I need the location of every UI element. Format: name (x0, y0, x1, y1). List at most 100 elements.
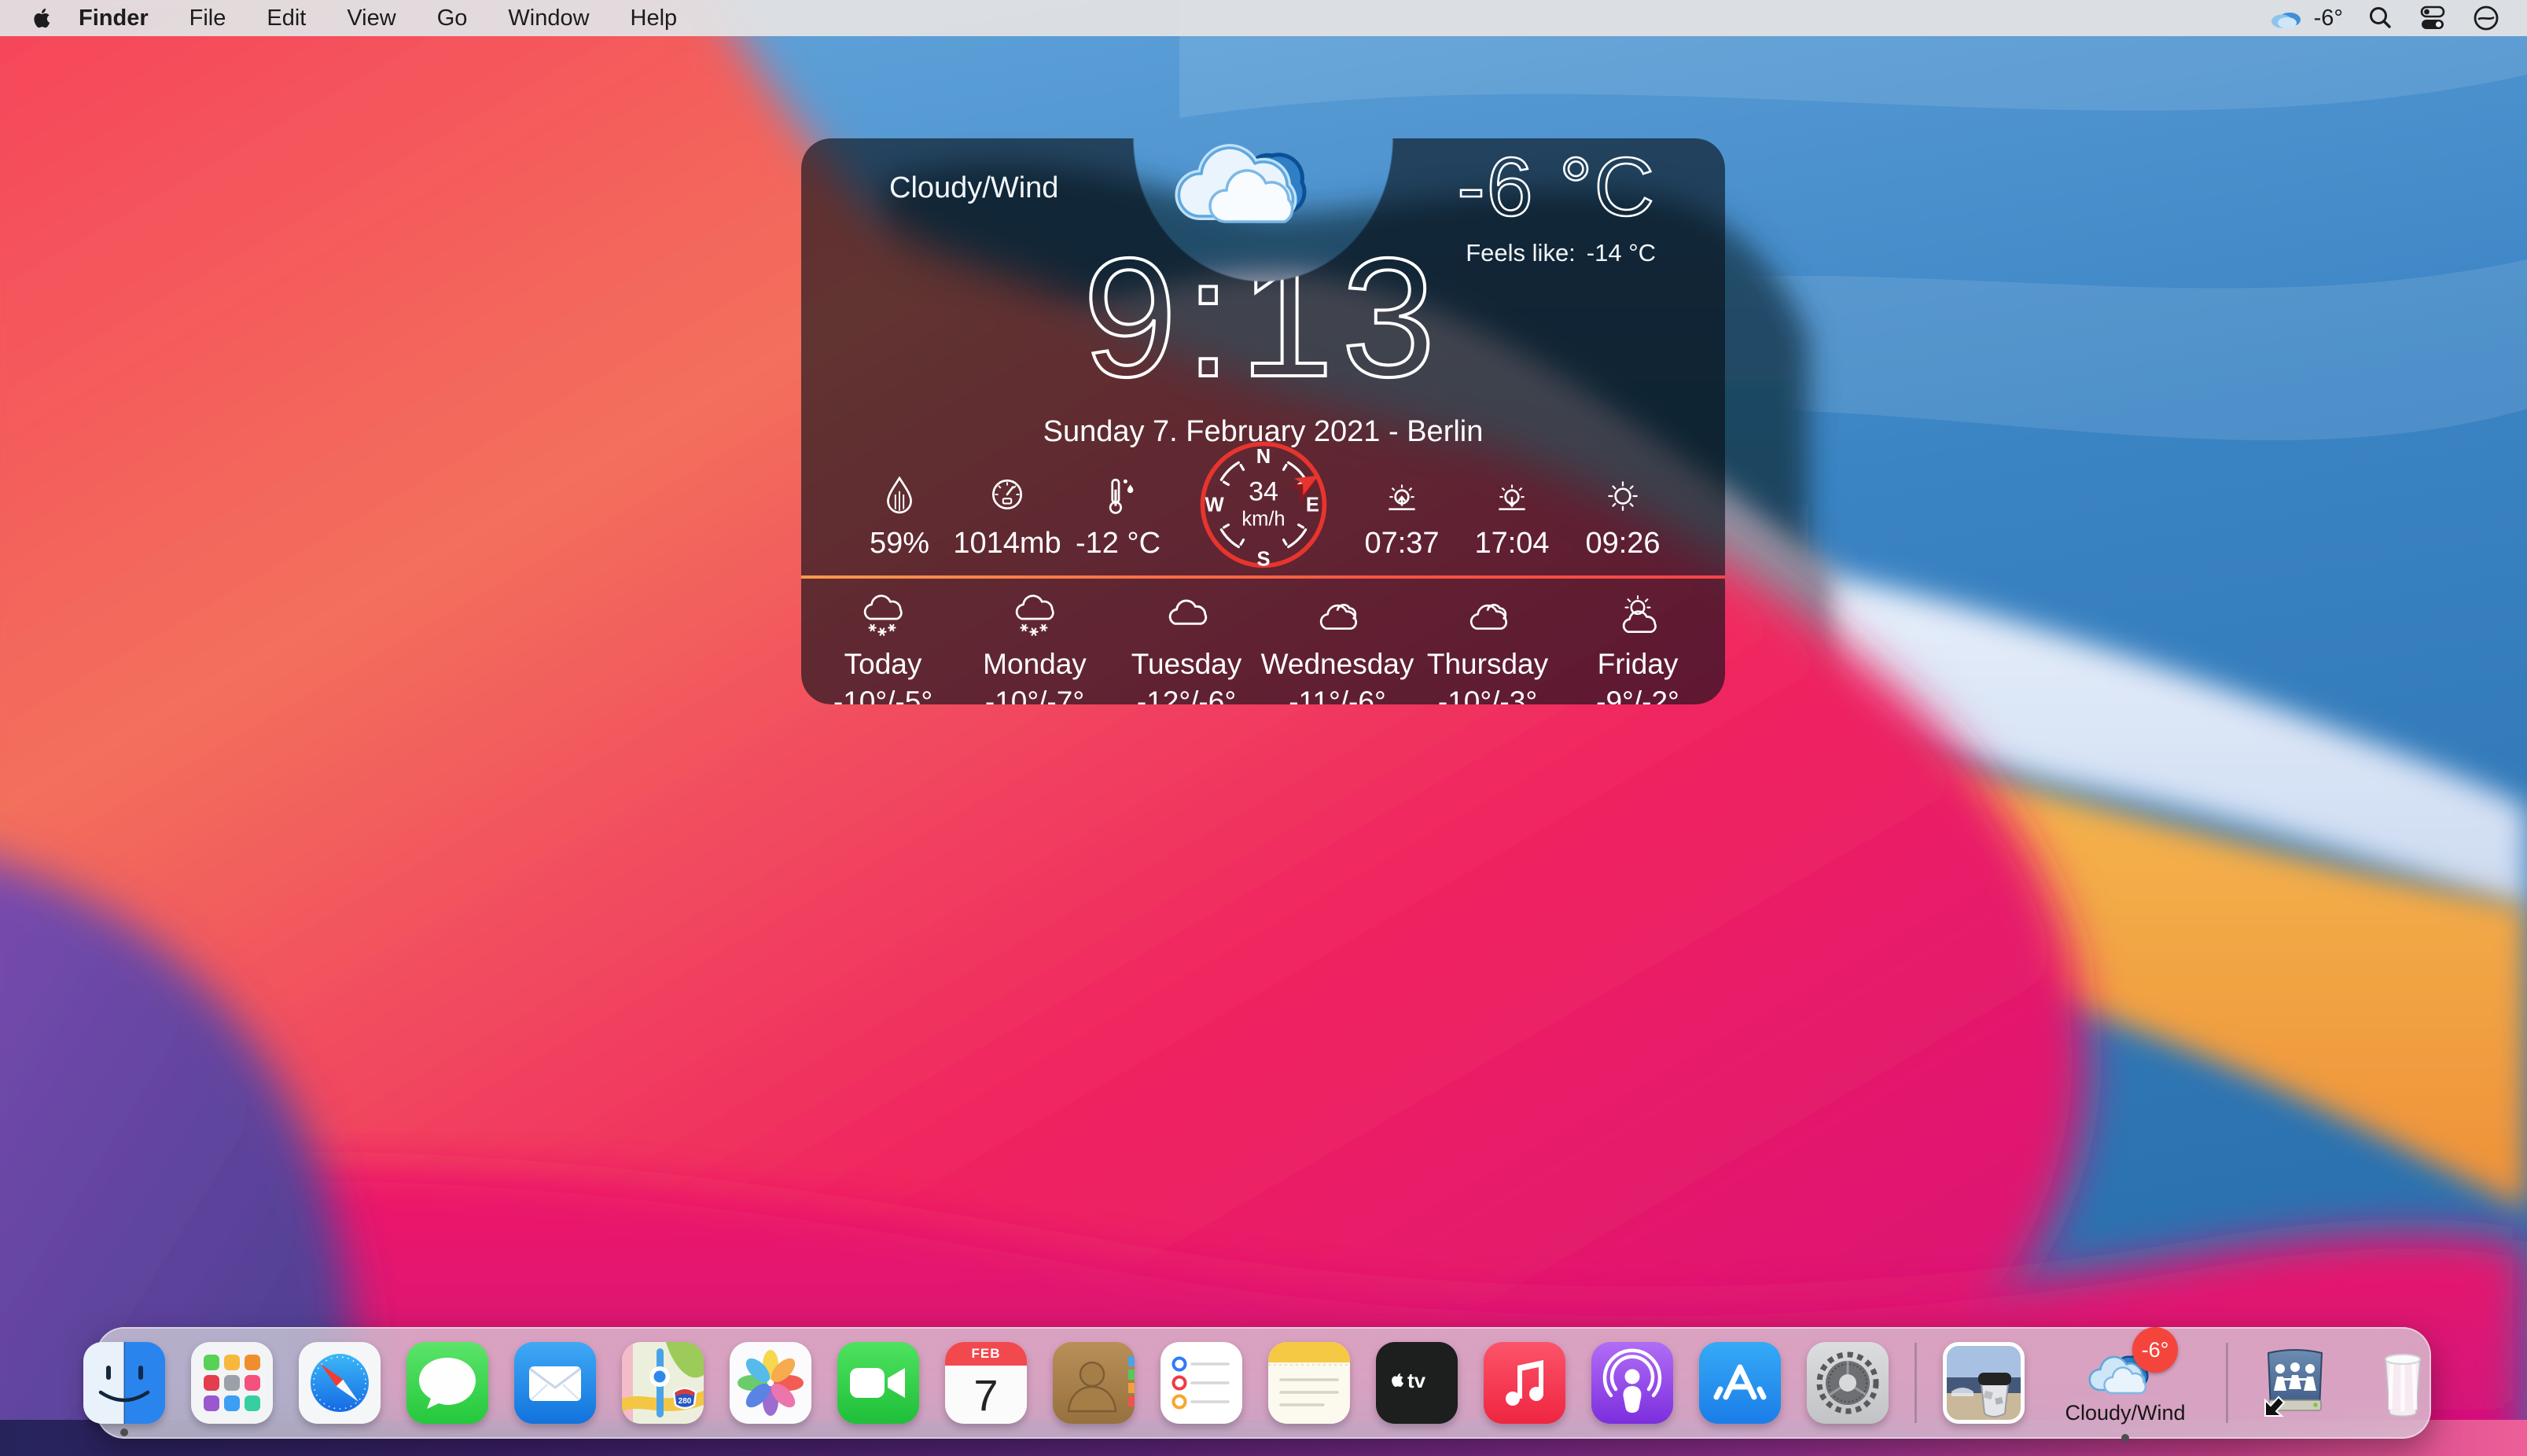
dock-reminders[interactable] (1161, 1342, 1242, 1424)
sunrise-value: 07:37 (1364, 527, 1439, 561)
facetime-icon (837, 1342, 919, 1424)
finder-running-indicator (120, 1428, 128, 1436)
dock-mail[interactable] (514, 1342, 596, 1424)
sunset-value: 17:04 (1474, 527, 1549, 561)
stat-sunrise: 07:37 (1343, 475, 1461, 561)
svg-text:tv: tv (1407, 1369, 1426, 1392)
svg-text:280: 280 (679, 1397, 692, 1406)
calendar-month: FEB (945, 1342, 1027, 1366)
dock-screenshot-preview[interactable] (1943, 1342, 2025, 1424)
clouds-icon (1463, 591, 1512, 640)
pressure-value: 1014mb (953, 527, 1061, 561)
widget-clock-time: 9:13 (801, 233, 1725, 402)
safari-icon (299, 1342, 381, 1424)
forecast-thursday: Thursday -10°/-3° (1413, 591, 1562, 719)
dock-launchpad[interactable] (191, 1342, 273, 1424)
clock-menu-extra-icon[interactable] (2472, 4, 2500, 32)
clouds-icon (1313, 591, 1362, 640)
app-store-icon (1699, 1342, 1781, 1424)
reminders-icon (1161, 1342, 1242, 1424)
dock-finder[interactable] (83, 1342, 165, 1424)
network-drive-icon (2254, 1342, 2336, 1424)
messages-icon (406, 1342, 488, 1424)
forecast-tuesday: Tuesday -12°/-6° (1112, 591, 1261, 719)
dock-trash[interactable] (2362, 1342, 2444, 1424)
dock-maps[interactable]: 280 (622, 1342, 704, 1424)
humidity-droplet-icon (880, 475, 919, 516)
humidity-value: 59% (870, 527, 929, 561)
dock-tv[interactable]: tv (1376, 1342, 1458, 1424)
menu-file[interactable]: File (169, 0, 247, 36)
daylight-value: 09:26 (1585, 527, 1660, 561)
dock-contacts[interactable] (1053, 1342, 1135, 1424)
wind-compass: N E S W 34 km/h (1197, 438, 1330, 572)
pressure-gauge-icon (988, 475, 1027, 516)
dock-calendar[interactable]: FEB 7 (945, 1342, 1027, 1424)
menu-window[interactable]: Window (487, 0, 609, 36)
widget-separator-line (801, 575, 1725, 579)
maps-icon: 280 (622, 1342, 704, 1424)
dock-music[interactable] (1484, 1342, 1565, 1424)
wind-speed-unit: km/h (1241, 508, 1285, 530)
menu-go[interactable]: Go (417, 0, 488, 36)
forecast-friday: Friday -9°/-2° (1563, 591, 1712, 719)
weather-app-badge: -6° (2132, 1327, 2178, 1373)
forecast-wednesday: Wednesday -11°/-6° (1263, 591, 1412, 719)
finder-icon (83, 1342, 165, 1424)
dock-podcasts[interactable] (1591, 1342, 1673, 1424)
trash-icon (2362, 1342, 2444, 1424)
status-temperature[interactable]: -6° (2314, 6, 2343, 31)
dock-app-store[interactable] (1699, 1342, 1781, 1424)
forecast-day: Tuesday (1131, 648, 1242, 681)
widget-condition-label: Cloudy/Wind (889, 171, 1058, 205)
compass-w: W (1205, 495, 1225, 517)
sunset-icon (1492, 475, 1532, 516)
spotlight-search-icon[interactable] (2367, 5, 2393, 31)
weather-status-cloud-icon[interactable] (2268, 6, 2303, 30)
widget-cloud-icon (1164, 118, 1364, 244)
forecast-day: Wednesday (1261, 648, 1414, 681)
dock-separator (2226, 1343, 2228, 1423)
compass-e: E (1306, 495, 1319, 517)
wind-speed-value: 34 (1249, 476, 1278, 506)
forecast-today: Today -10°/-5° (808, 591, 958, 719)
apple-tv-icon: tv (1376, 1342, 1458, 1424)
photos-icon (730, 1342, 811, 1424)
stat-daylight: 09:26 (1564, 475, 1682, 561)
control-center-icon[interactable] (2417, 5, 2448, 31)
cloud-icon (1162, 591, 1211, 640)
notes-icon (1268, 1342, 1350, 1424)
menu-edit[interactable]: Edit (246, 0, 326, 36)
menu-finder[interactable]: Finder (55, 0, 169, 36)
weather-app-label: Cloudy/Wind (2065, 1401, 2185, 1425)
stat-pressure: 1014mb (948, 475, 1066, 561)
dock: 280 (96, 1327, 2431, 1439)
dock-facetime[interactable] (837, 1342, 919, 1424)
dock-weather-app[interactable]: -6° Cloudy/Wind (2051, 1330, 2200, 1436)
forecast-day: Thursday (1427, 648, 1548, 681)
screenshot-preview-thumbnail (1943, 1342, 2025, 1424)
weather-running-indicator (2121, 1434, 2129, 1442)
dock-messages[interactable] (406, 1342, 488, 1424)
sunrise-icon (1382, 475, 1422, 516)
menu-bar: Finder File Edit View Go Window Help -6° (0, 0, 2527, 36)
dock-system-preferences[interactable] (1807, 1342, 1889, 1424)
menu-view[interactable]: View (326, 0, 416, 36)
compass-s: S (1256, 548, 1270, 570)
dock-safari[interactable] (299, 1342, 381, 1424)
snow-cloud-icon (859, 591, 907, 640)
dock-network-drive[interactable] (2254, 1342, 2336, 1424)
mail-icon (514, 1342, 596, 1424)
apple-logo-icon[interactable] (30, 6, 55, 31)
forecast-monday: Monday -10°/-7° (960, 591, 1109, 719)
snow-cloud-icon (1010, 591, 1059, 640)
widget-temperature: -6 °C (1457, 140, 1656, 235)
calendar-day: 7 (945, 1366, 1027, 1424)
forecast-day: Friday (1598, 648, 1679, 681)
stat-sunset: 17:04 (1453, 475, 1571, 561)
dock-photos[interactable] (730, 1342, 811, 1424)
menu-help[interactable]: Help (610, 0, 698, 36)
podcasts-icon (1591, 1342, 1673, 1424)
contacts-icon (1053, 1342, 1135, 1424)
dock-notes[interactable] (1268, 1342, 1350, 1424)
